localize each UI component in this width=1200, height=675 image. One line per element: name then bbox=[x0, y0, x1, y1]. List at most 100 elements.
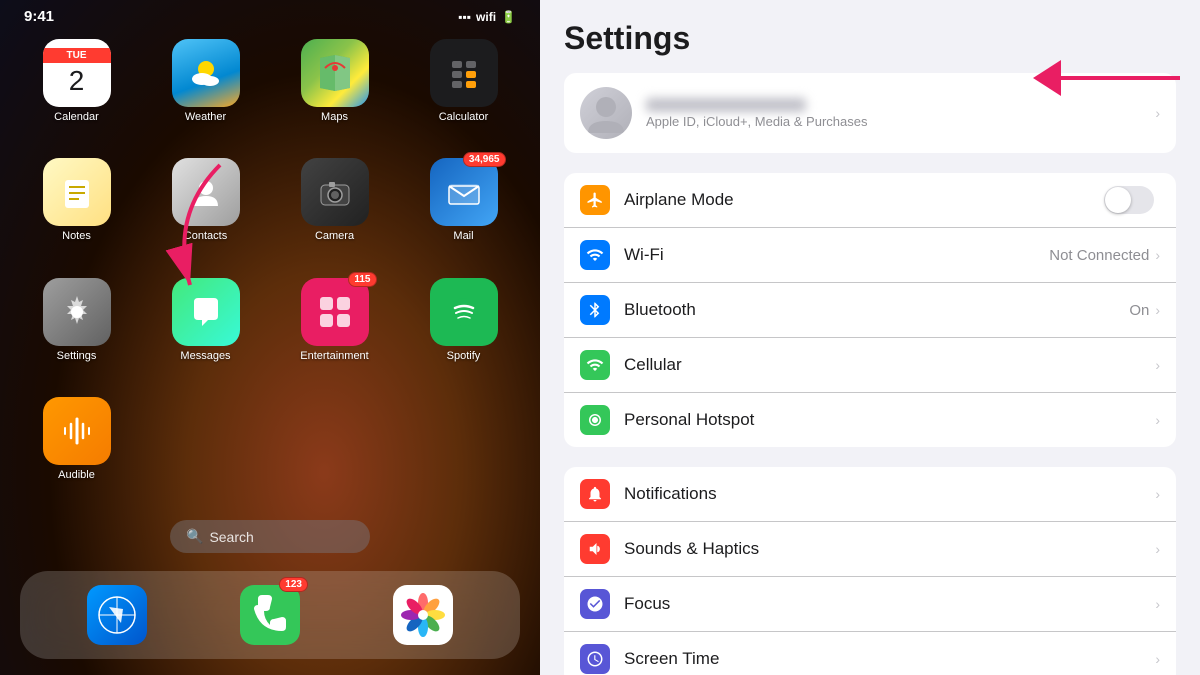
bluetooth-value: On bbox=[1129, 302, 1149, 319]
screentime-label: Screen Time bbox=[624, 649, 1155, 669]
notes-icon bbox=[57, 172, 97, 212]
profile-row[interactable]: Apple ID, iCloud+, Media & Purchases › bbox=[564, 73, 1176, 153]
wifi-row[interactable]: Wi-Fi Not Connected › bbox=[564, 228, 1176, 283]
contacts-icon bbox=[186, 172, 226, 212]
avatar-silhouette bbox=[580, 87, 632, 139]
iphone-panel: 9:41 ▪▪▪ wifi 🔋 TUE 2 Calendar bbox=[0, 0, 540, 675]
focus-chevron: › bbox=[1155, 596, 1160, 612]
hotspot-label: Personal Hotspot bbox=[624, 410, 1155, 430]
app-label-spotify: Spotify bbox=[447, 350, 481, 362]
focus-icon bbox=[580, 589, 610, 619]
battery-icon: 🔋 bbox=[501, 10, 516, 24]
dock: 123 bbox=[20, 571, 520, 659]
iphone-screen: 9:41 ▪▪▪ wifi 🔋 TUE 2 Calendar bbox=[0, 0, 540, 675]
search-icon: 🔍 bbox=[186, 528, 203, 545]
app-label-weather: Weather bbox=[185, 111, 226, 123]
screentime-row[interactable]: Screen Time › bbox=[564, 632, 1176, 675]
app-calendar[interactable]: TUE 2 Calendar bbox=[20, 39, 133, 142]
audible-icon bbox=[57, 411, 97, 451]
app-notes[interactable]: Notes bbox=[20, 158, 133, 261]
app-weather[interactable]: Weather bbox=[149, 39, 262, 142]
toggle-knob bbox=[1105, 187, 1131, 213]
bluetooth-icon bbox=[580, 295, 610, 325]
app-messages[interactable]: Messages bbox=[149, 278, 262, 381]
maps-icon bbox=[315, 53, 355, 93]
profile-chevron: › bbox=[1155, 105, 1160, 121]
app-maps[interactable]: Maps bbox=[278, 39, 391, 142]
app-label-messages: Messages bbox=[180, 350, 230, 362]
phone-icon bbox=[240, 585, 300, 645]
notifications-group: Notifications › Sounds & Haptics › Focus… bbox=[564, 467, 1176, 675]
search-label: Search bbox=[209, 529, 253, 545]
profile-avatar bbox=[580, 87, 632, 139]
focus-row[interactable]: Focus › bbox=[564, 577, 1176, 632]
signal-icon: ▪▪▪ bbox=[458, 10, 471, 24]
calculator-icon bbox=[444, 53, 484, 93]
sounds-row[interactable]: Sounds & Haptics › bbox=[564, 522, 1176, 577]
bluetooth-label: Bluetooth bbox=[624, 300, 1129, 320]
app-audible[interactable]: Audible bbox=[20, 397, 133, 500]
notifications-row[interactable]: Notifications › bbox=[564, 467, 1176, 522]
notifications-label: Notifications bbox=[624, 484, 1155, 504]
sounds-chevron: › bbox=[1155, 541, 1160, 557]
wifi-value: Not Connected bbox=[1049, 247, 1149, 264]
hotspot-icon bbox=[580, 405, 610, 435]
app-label-camera: Camera bbox=[315, 230, 354, 242]
cellular-chevron: › bbox=[1155, 357, 1160, 373]
airplane-mode-row[interactable]: Airplane Mode bbox=[564, 173, 1176, 228]
settings-icon bbox=[57, 292, 97, 332]
app-spotify[interactable]: Spotify bbox=[407, 278, 520, 381]
dock-safari[interactable] bbox=[83, 581, 151, 649]
mail-badge: 34,965 bbox=[463, 152, 506, 167]
app-label-calculator: Calculator bbox=[439, 111, 489, 123]
profile-card: Apple ID, iCloud+, Media & Purchases › bbox=[564, 73, 1176, 153]
bluetooth-row[interactable]: Bluetooth On › bbox=[564, 283, 1176, 338]
hotspot-chevron: › bbox=[1155, 412, 1160, 428]
airplane-mode-label: Airplane Mode bbox=[624, 190, 1104, 210]
app-label-contacts: Contacts bbox=[184, 230, 227, 242]
app-entertainment[interactable]: 115 Entertainment bbox=[278, 278, 391, 381]
cellular-row[interactable]: Cellular › bbox=[564, 338, 1176, 393]
screentime-chevron: › bbox=[1155, 651, 1160, 667]
connectivity-group: Airplane Mode Wi-Fi Not Connected › B bbox=[564, 173, 1176, 447]
app-contacts[interactable]: Contacts bbox=[149, 158, 262, 261]
safari-icon bbox=[87, 585, 147, 645]
app-camera[interactable]: Camera bbox=[278, 158, 391, 261]
cellular-label: Cellular bbox=[624, 355, 1155, 375]
app-calculator[interactable]: Calculator bbox=[407, 39, 520, 142]
wifi-icon bbox=[580, 240, 610, 270]
app-label-settings: Settings bbox=[57, 350, 97, 362]
camera-icon bbox=[315, 172, 355, 212]
dock-photos[interactable] bbox=[389, 581, 457, 649]
entertainment-icon bbox=[315, 292, 355, 332]
profile-sub: Apple ID, iCloud+, Media & Purchases bbox=[646, 114, 1155, 129]
app-settings[interactable]: Settings bbox=[20, 278, 133, 381]
screentime-icon bbox=[580, 644, 610, 674]
app-label-maps: Maps bbox=[321, 111, 348, 123]
bluetooth-chevron: › bbox=[1155, 302, 1160, 318]
settings-panel: Settings Apple ID, iCloud+, Media & Purc… bbox=[540, 0, 1200, 675]
settings-title: Settings bbox=[564, 20, 1176, 57]
airplane-mode-toggle[interactable] bbox=[1104, 186, 1154, 214]
cellular-icon bbox=[580, 350, 610, 380]
messages-icon bbox=[186, 292, 226, 332]
mail-icon bbox=[444, 172, 484, 212]
entertainment-badge: 115 bbox=[348, 272, 376, 287]
notifications-chevron: › bbox=[1155, 486, 1160, 502]
weather-icon bbox=[186, 53, 226, 93]
calendar-day-label: TUE bbox=[43, 48, 111, 63]
focus-label: Focus bbox=[624, 594, 1155, 614]
search-bar[interactable]: 🔍 Search bbox=[170, 520, 370, 553]
phone-badge: 123 bbox=[279, 577, 308, 592]
app-label-mail: Mail bbox=[453, 230, 473, 242]
spotify-icon bbox=[444, 292, 484, 332]
sounds-label: Sounds & Haptics bbox=[624, 539, 1155, 559]
hotspot-row[interactable]: Personal Hotspot › bbox=[564, 393, 1176, 447]
wifi-label: Wi-Fi bbox=[624, 245, 1049, 265]
app-label-calendar: Calendar bbox=[54, 111, 99, 123]
app-mail[interactable]: 34,965 Mail bbox=[407, 158, 520, 261]
app-label-notes: Notes bbox=[62, 230, 91, 242]
status-time: 9:41 bbox=[24, 8, 54, 25]
profile-info: Apple ID, iCloud+, Media & Purchases bbox=[646, 98, 1155, 129]
dock-phone[interactable]: 123 bbox=[236, 581, 304, 649]
